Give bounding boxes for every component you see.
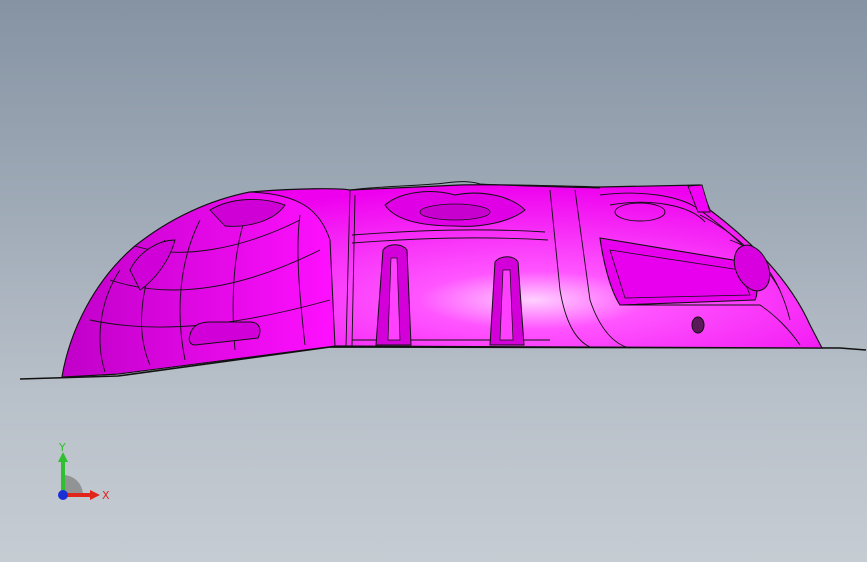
z-axis-dot [58,490,68,500]
part-model[interactable] [0,0,867,562]
x-axis-arrow [90,490,100,500]
top-recess-inner [419,203,491,221]
x-axis-label: X [102,489,110,502]
y-axis-label: Y [58,441,66,454]
mounting-hole [691,316,705,334]
left-lobe [61,191,336,378]
graphics-viewport[interactable]: Y X [0,0,867,562]
coordinate-triad[interactable]: Y X [48,440,118,510]
